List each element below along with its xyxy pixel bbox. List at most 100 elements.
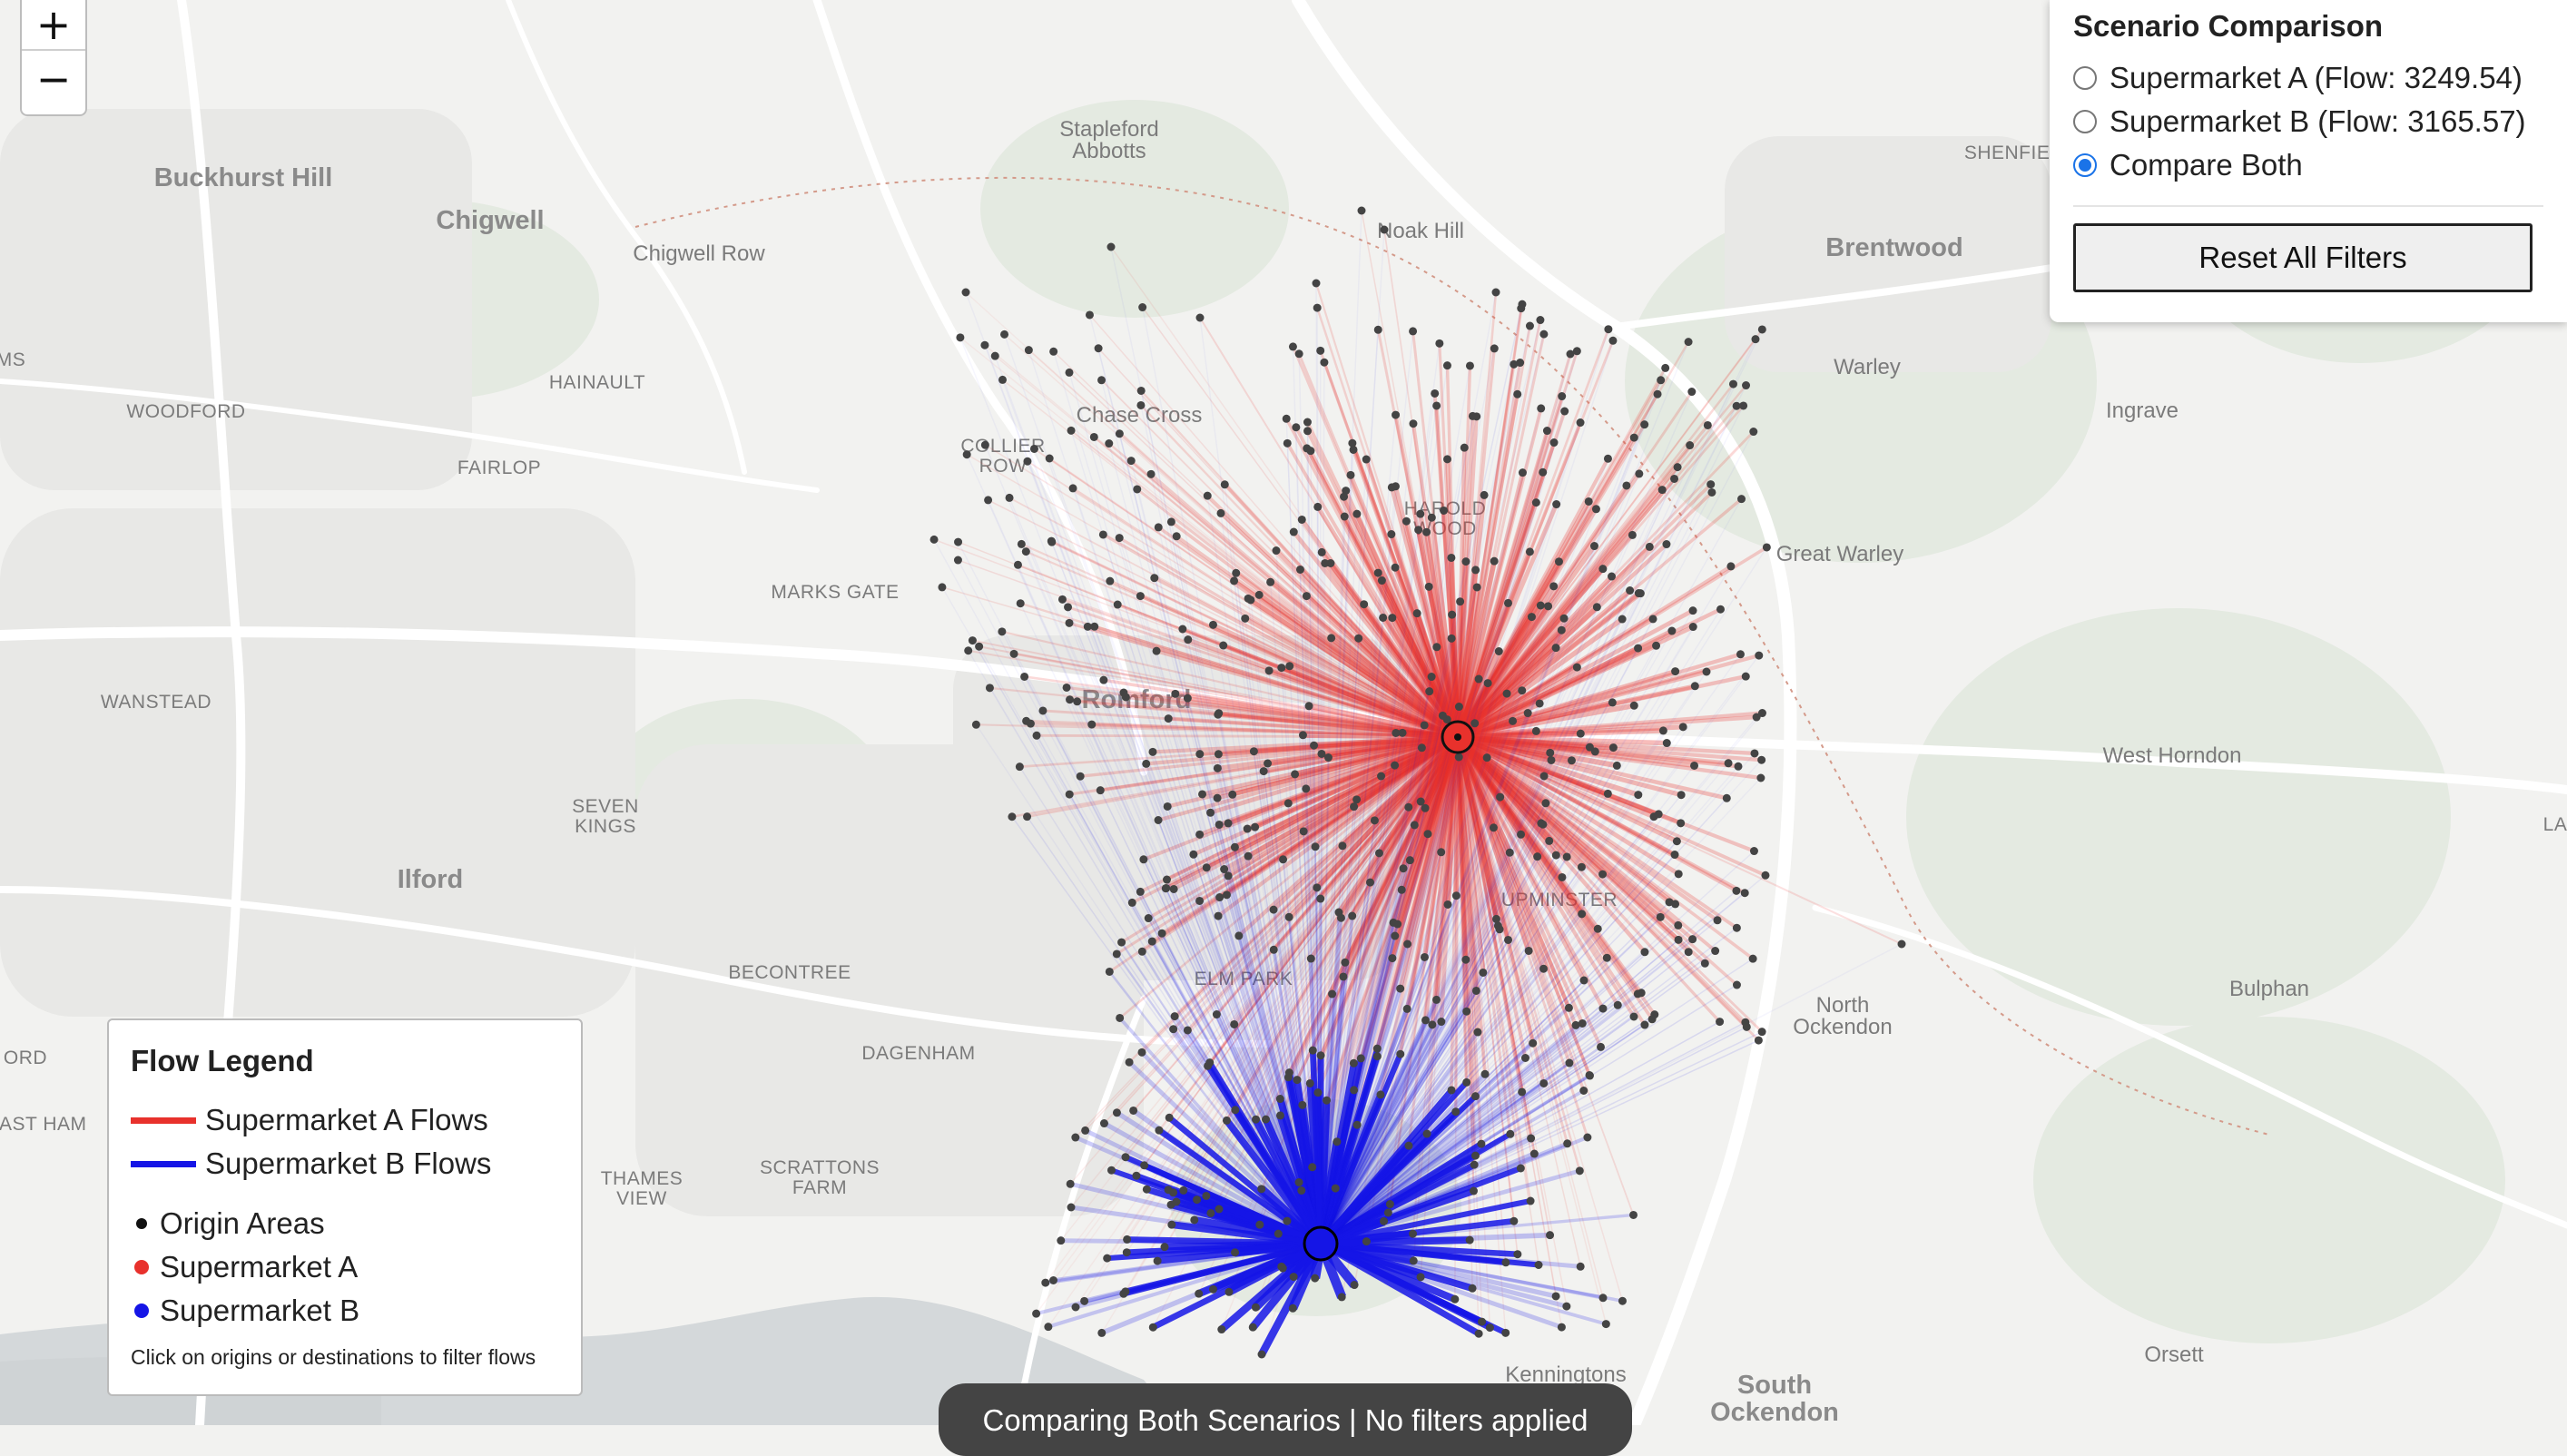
origin-point[interactable] (1300, 827, 1308, 835)
origin-point[interactable] (1154, 1257, 1162, 1265)
origin-point[interactable] (1578, 863, 1586, 871)
origin-point[interactable] (1704, 421, 1712, 429)
origin-point[interactable] (1537, 404, 1545, 412)
origin-point[interactable] (1749, 955, 1757, 963)
origin-point[interactable] (1428, 673, 1436, 681)
option-supermarket-a[interactable]: Supermarket A (Flow: 3249.54) (2073, 56, 2543, 100)
origin-point[interactable] (1435, 339, 1443, 348)
origin-point[interactable] (1205, 1058, 1214, 1067)
origin-point[interactable] (1067, 427, 1076, 435)
origin-point[interactable] (1321, 559, 1329, 567)
origin-point[interactable] (1451, 1107, 1460, 1116)
origin-point[interactable] (1688, 935, 1697, 943)
origin-point[interactable] (1490, 344, 1499, 352)
origin-point[interactable] (1073, 697, 1081, 705)
origin-point[interactable] (1255, 1221, 1264, 1229)
origin-point[interactable] (1283, 415, 1291, 423)
origin-point[interactable] (1634, 644, 1642, 653)
origin-point[interactable] (1652, 642, 1660, 650)
origin-point[interactable] (1586, 743, 1594, 752)
origin-point[interactable] (1348, 439, 1356, 448)
origin-point[interactable] (1737, 495, 1746, 503)
origin-point[interactable] (1475, 675, 1483, 684)
origin-point[interactable] (1503, 690, 1511, 698)
origin-point[interactable] (1215, 821, 1224, 829)
origin-point[interactable] (963, 450, 971, 458)
origin-point[interactable] (1360, 600, 1368, 608)
origin-point[interactable] (1373, 1045, 1382, 1053)
origin-point[interactable] (1362, 1237, 1371, 1245)
origin-point[interactable] (1630, 434, 1638, 442)
origin-point[interactable] (1726, 562, 1735, 570)
origin-point[interactable] (1127, 457, 1136, 465)
origin-point[interactable] (1366, 879, 1374, 887)
origin-point[interactable] (1303, 427, 1312, 435)
origin-point[interactable] (1165, 1185, 1173, 1194)
origin-point[interactable] (1167, 517, 1175, 526)
origin-point[interactable] (1659, 726, 1667, 734)
origin-point[interactable] (1067, 1204, 1076, 1212)
origin-point[interactable] (1388, 483, 1396, 491)
origin-point[interactable] (1539, 1079, 1548, 1087)
origin-point[interactable] (1563, 1139, 1571, 1147)
origin-point[interactable] (1443, 455, 1451, 463)
origin-point[interactable] (1126, 1058, 1134, 1067)
origin-point[interactable] (1250, 747, 1258, 755)
origin-point[interactable] (1041, 1279, 1049, 1287)
origin-point[interactable] (1276, 1111, 1284, 1119)
origin-point[interactable] (1396, 1050, 1404, 1058)
origin-point[interactable] (1630, 702, 1638, 710)
origin-point[interactable] (1418, 743, 1426, 752)
origin-point[interactable] (1470, 1187, 1478, 1195)
origin-point[interactable] (1357, 1054, 1365, 1062)
origin-point[interactable] (1149, 1323, 1157, 1332)
origin-point[interactable] (1477, 1140, 1485, 1148)
origin-point[interactable] (1469, 412, 1477, 420)
radio-supermarket-b[interactable] (2073, 110, 2097, 133)
origin-point[interactable] (1138, 948, 1146, 956)
origin-point[interactable] (984, 496, 992, 504)
origin-point[interactable] (1377, 772, 1385, 781)
origin-point[interactable] (1143, 1185, 1151, 1194)
origin-point[interactable] (1081, 1126, 1089, 1135)
origin-point[interactable] (1178, 625, 1186, 633)
origin-point[interactable] (1289, 342, 1297, 350)
origin-point[interactable] (1421, 953, 1429, 961)
origin-point[interactable] (1440, 507, 1448, 515)
origin-point[interactable] (1506, 1130, 1514, 1138)
origin-point[interactable] (1215, 912, 1223, 920)
origin-point[interactable] (954, 538, 962, 546)
origin-point[interactable] (1350, 1086, 1358, 1094)
origin-point[interactable] (1129, 1107, 1137, 1115)
origin-point[interactable] (1169, 1025, 1177, 1033)
origin-point[interactable] (1298, 516, 1306, 524)
origin-point[interactable] (1755, 652, 1763, 660)
origin-point[interactable] (1224, 1288, 1233, 1296)
origin-point[interactable] (1139, 855, 1147, 863)
origin-point[interactable] (1317, 1051, 1325, 1059)
origin-point[interactable] (938, 583, 946, 591)
origin-point[interactable] (1428, 514, 1436, 522)
origin-point[interactable] (1087, 721, 1096, 729)
origin-point[interactable] (1537, 601, 1545, 609)
origin-point[interactable] (1358, 207, 1366, 215)
origin-point[interactable] (1604, 790, 1612, 798)
origin-point[interactable] (1114, 601, 1122, 609)
origin-point[interactable] (1244, 825, 1252, 833)
origin-point[interactable] (1618, 1297, 1627, 1305)
origin-point[interactable] (1455, 753, 1463, 761)
origin-point[interactable] (1249, 1323, 1257, 1332)
origin-point[interactable] (1362, 456, 1371, 464)
origin-point[interactable] (1573, 664, 1581, 672)
origin-point[interactable] (1662, 540, 1670, 548)
origin-point[interactable] (1635, 469, 1643, 477)
origin-point[interactable] (1518, 300, 1526, 309)
origin-point[interactable] (1158, 930, 1166, 938)
origin-point[interactable] (1658, 486, 1667, 494)
origin-point[interactable] (1593, 603, 1601, 611)
origin-point[interactable] (1763, 543, 1771, 551)
origin-point[interactable] (1671, 900, 1679, 908)
origin-point[interactable] (1341, 959, 1349, 967)
origin-point[interactable] (986, 684, 994, 692)
origin-point[interactable] (1106, 577, 1114, 585)
